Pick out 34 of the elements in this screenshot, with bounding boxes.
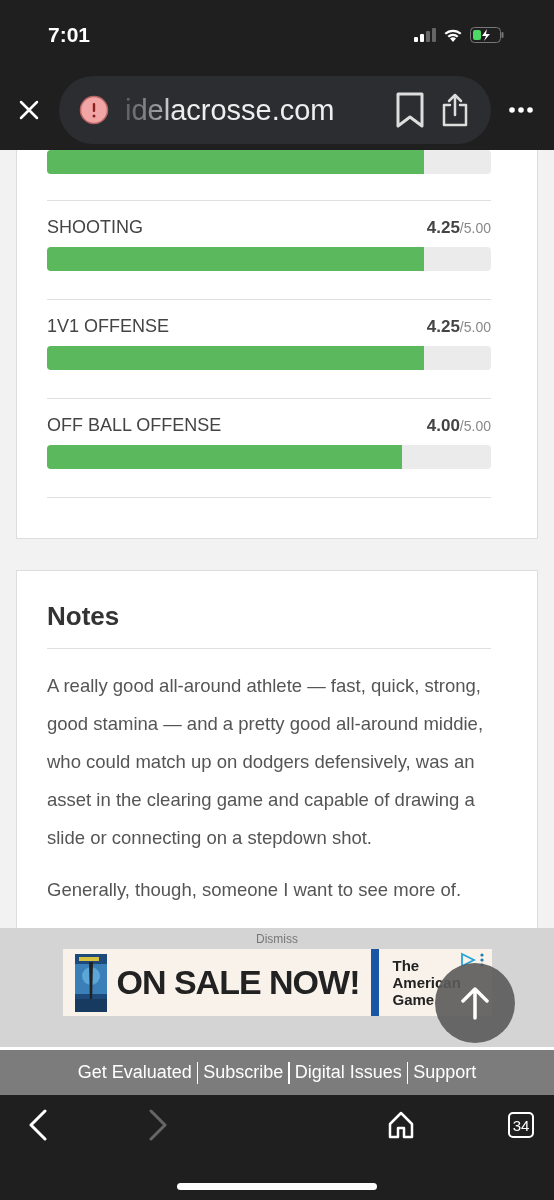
rating-score: 4.00/5.00	[426, 416, 491, 436]
ad-stripe	[371, 949, 380, 1016]
notes-title: Notes	[47, 601, 491, 649]
notes-paragraph: A really good all-around athlete — fast, quick, strong, good stamina — and a pretty good all-around middie, who could match up on dodgers defensively, was an asset in the clearing game and capable of drawing a slide or connecting on a stepdown shot.	[47, 674, 485, 850]
dismiss-link[interactable]: Dismiss	[256, 932, 298, 946]
ad-headline: ON SALE NOW!	[116, 963, 360, 1002]
rating-score: 4.25/5.00	[426, 218, 491, 238]
ad-text: Game	[392, 991, 436, 1008]
tabs-button[interactable]: 34	[508, 1112, 534, 1138]
ad-text: The	[392, 957, 421, 974]
forward-icon[interactable]	[148, 1109, 168, 1141]
footer-link[interactable]: Get Evaluated	[77, 1062, 192, 1083]
more-icon[interactable]	[509, 107, 533, 113]
rating-label: 1V1 OFFENSE	[47, 316, 170, 337]
wifi-icon	[443, 27, 463, 43]
bookmark-icon[interactable]	[395, 91, 425, 129]
share-icon[interactable]	[441, 93, 469, 127]
footer-link[interactable]: Support	[413, 1062, 477, 1083]
url-text: idelacrosse.com	[125, 93, 336, 127]
home-icon[interactable]	[388, 1111, 414, 1139]
address-bar[interactable]: idelacrosse.com	[59, 76, 491, 144]
warning-icon	[79, 95, 109, 125]
signal-icon	[414, 28, 436, 42]
rating-label: SHOOTING	[47, 217, 143, 238]
back-icon[interactable]	[28, 1109, 48, 1141]
rating-label: OFF BALL OFFENSE	[47, 415, 222, 436]
close-icon[interactable]	[19, 100, 39, 120]
battery-icon	[470, 27, 504, 43]
notes-paragraph: Generally, though, someone I want to see more of.	[47, 878, 463, 902]
arrow-up-icon	[460, 986, 490, 1020]
rating-score: 4.25/5.00	[426, 317, 491, 337]
footer-link[interactable]: Digital Issues	[294, 1062, 402, 1083]
footer-link[interactable]: Subscribe	[203, 1062, 284, 1083]
status-time: 7:01	[48, 23, 91, 47]
